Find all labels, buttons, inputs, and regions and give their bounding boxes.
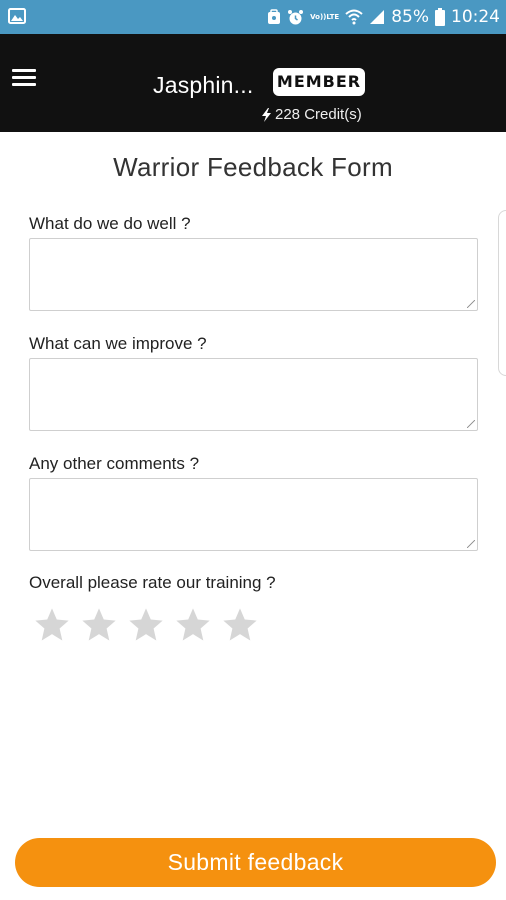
star-icon-3[interactable]: [127, 606, 165, 644]
hamburger-menu-icon[interactable]: [12, 66, 42, 96]
volte-icon: Vo)) LTE: [310, 13, 340, 21]
star-icon-1[interactable]: [33, 606, 71, 644]
question-label-improve: What can we improve ?: [29, 334, 207, 353]
star-icon-2[interactable]: [80, 606, 118, 644]
battery-icon: [435, 8, 445, 26]
feedback-improve-textarea[interactable]: [29, 358, 478, 431]
status-icons: Vo)) LTE 85% 10:24: [267, 0, 500, 34]
clock: 10:24: [451, 7, 500, 27]
feedback-comments-textarea[interactable]: [29, 478, 478, 551]
resize-grip-icon[interactable]: [467, 300, 475, 308]
signal-icon: [369, 9, 385, 25]
star-icon-5[interactable]: [221, 606, 259, 644]
image-icon: [8, 8, 26, 24]
wifi-icon: [345, 9, 363, 25]
app-header: Jasphin... MEMBER 228 Credit(s): [0, 34, 506, 132]
nfc-icon: [267, 9, 281, 25]
star-icon-4[interactable]: [174, 606, 212, 644]
status-bar: Vo)) LTE 85% 10:24: [0, 0, 506, 34]
battery-percent: 85%: [391, 7, 429, 27]
credits-display: 228 Credit(s): [262, 106, 362, 123]
credits-text: 228 Credit(s): [275, 106, 362, 123]
resize-grip-icon[interactable]: [467, 540, 475, 548]
submit-feedback-button[interactable]: Submit feedback: [15, 838, 496, 887]
alarm-icon: [287, 9, 304, 26]
question-label-comments: Any other comments ?: [29, 454, 200, 473]
username[interactable]: Jasphin...: [153, 72, 253, 99]
side-drawer-handle[interactable]: [498, 210, 506, 376]
star-rating: [33, 606, 259, 644]
question-label-well: What do we do well ?: [29, 214, 191, 233]
form-title: Warrior Feedback Form: [113, 152, 393, 182]
resize-grip-icon[interactable]: [467, 420, 475, 428]
lightning-bolt-icon: [262, 107, 271, 122]
rating-label: Overall please rate our training ?: [29, 573, 276, 592]
member-badge: MEMBER: [273, 68, 365, 96]
feedback-well-textarea[interactable]: [29, 238, 478, 311]
